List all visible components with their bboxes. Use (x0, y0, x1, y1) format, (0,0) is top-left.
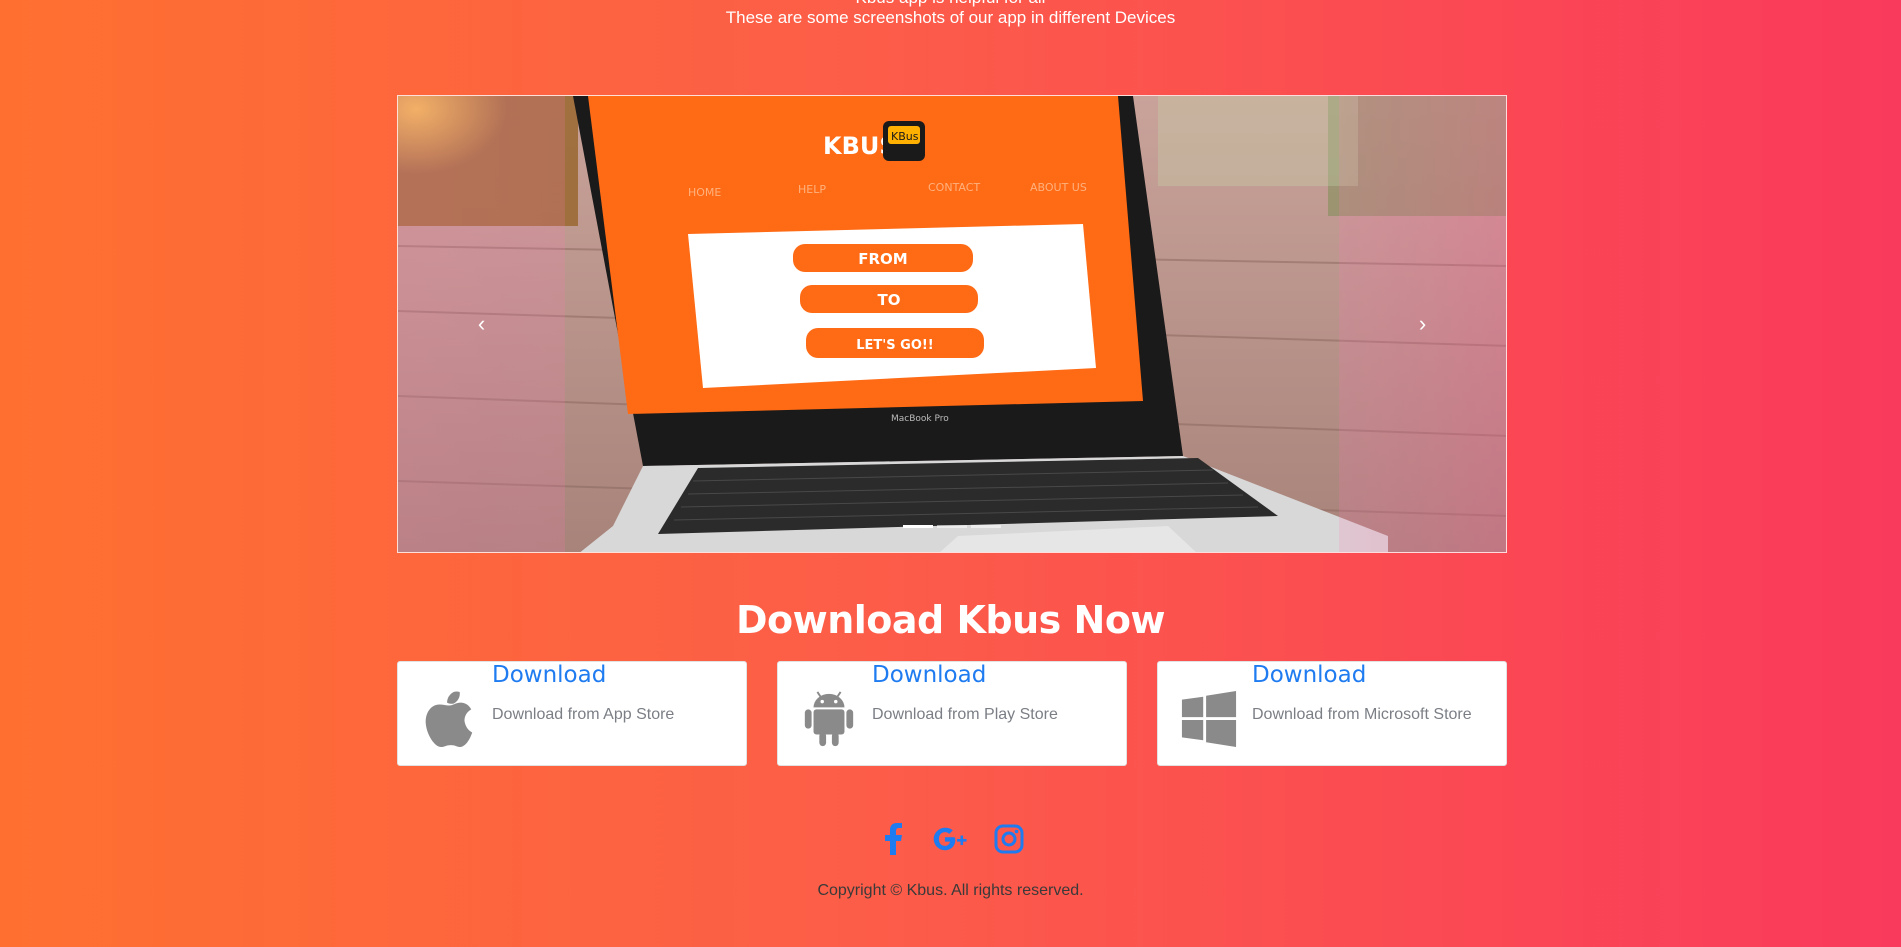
screen-go-button: LET'S GO!! (856, 338, 933, 353)
download-app-store-desc: Download from App Store (492, 706, 675, 723)
carousel-indicators (903, 525, 1001, 528)
laptop-model-label: MacBook Pro (891, 414, 949, 424)
carousel-prev-button[interactable]: ‹ (398, 96, 565, 552)
download-microsoft-store-desc: Download from Microsoft Store (1252, 706, 1472, 723)
download-play-store-desc: Download from Play Store (872, 706, 1058, 723)
download-app-store-link[interactable]: Download (492, 662, 606, 688)
google-plus-icon[interactable] (932, 820, 970, 858)
download-play-store-link[interactable]: Download (872, 662, 986, 688)
intro-cut-text: Kbus app is helpful for all (0, 0, 1901, 8)
download-cards: Download Download from App Store Downloa… (397, 661, 1507, 766)
download-heading: Download Kbus Now (735, 598, 1166, 642)
apple-icon (425, 691, 473, 748)
screenshot-carousel: KBUS KBus HOME HELP CONTACT ABOUT US FRO… (397, 95, 1507, 553)
download-card-app-store: Download Download from App Store (397, 661, 747, 766)
download-card-microsoft-store: Download Download from Microsoft Store (1157, 661, 1507, 766)
footer-copyright: Copyright © Kbus. All rights reserved. (817, 882, 1084, 899)
chevron-right-icon: › (1418, 311, 1427, 336)
screen-nav-home: HOME (688, 186, 721, 199)
carousel-indicator-3[interactable] (971, 525, 1001, 528)
carousel-indicator-1[interactable] (903, 525, 933, 528)
screen-nav-about: ABOUT US (1030, 181, 1087, 194)
download-microsoft-store-link[interactable]: Download (1252, 662, 1366, 688)
social-links (0, 820, 1901, 858)
screen-to-button: TO (878, 291, 901, 309)
section-subtitle: These are some screenshots of our app in… (725, 8, 1176, 27)
windows-icon (1181, 690, 1237, 748)
download-card-play-store: Download Download from Play Store (777, 661, 1127, 766)
instagram-icon[interactable] (990, 820, 1028, 858)
screen-nav-help: HELP (798, 183, 826, 196)
screen-from-button: FROM (858, 250, 907, 268)
screen-logo-text: KBus (891, 130, 919, 143)
chevron-left-icon: ‹ (477, 311, 486, 336)
android-icon (804, 691, 854, 747)
carousel-next-button[interactable]: › (1339, 96, 1506, 552)
screen-nav-contact: CONTACT (928, 181, 980, 194)
carousel-indicator-2[interactable] (937, 525, 967, 528)
facebook-icon[interactable] (874, 820, 912, 858)
